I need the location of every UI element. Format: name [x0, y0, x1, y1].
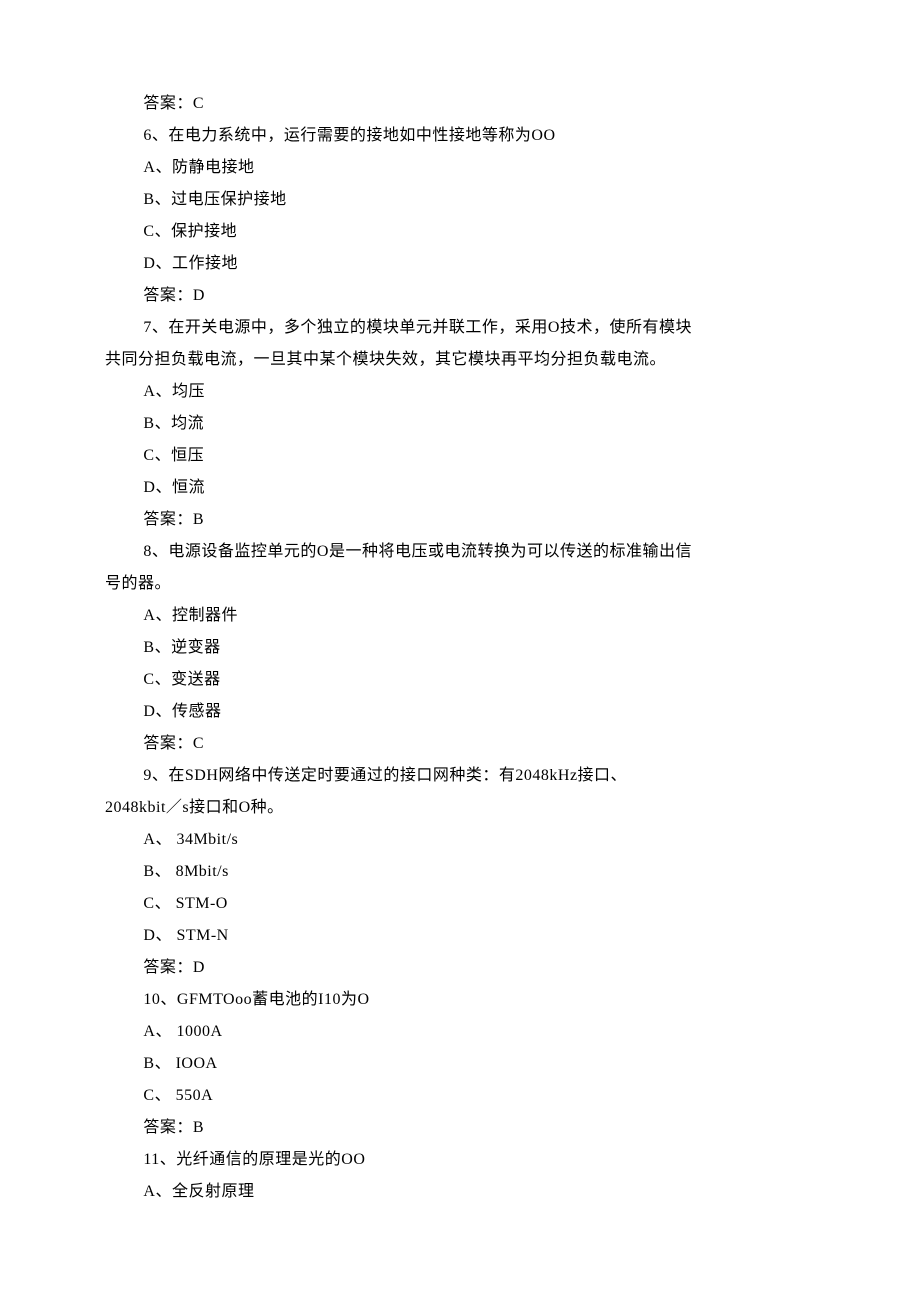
text-line: D、传感器	[105, 696, 815, 728]
text-line: 答案：D	[105, 280, 815, 312]
text-line: 答案：C	[105, 88, 815, 120]
text-line: 9、在SDH网络中传送定时要通过的接口网种类：有2048kHz接口、	[105, 760, 815, 792]
text-line: 号的器。	[105, 568, 815, 600]
text-line: 6、在电力系统中，运行需要的接地如中性接地等称为OO	[105, 120, 815, 152]
text-line: B、均流	[105, 408, 815, 440]
text-line: A、 1000A	[105, 1016, 815, 1048]
text-line: B、 8Mbit/s	[105, 856, 815, 888]
text-line: 共同分担负载电流，一旦其中某个模块失效，其它模块再平均分担负载电流。	[105, 344, 815, 376]
text-line: A、 34Mbit/s	[105, 824, 815, 856]
text-line: D、工作接地	[105, 248, 815, 280]
text-line: 答案：D	[105, 952, 815, 984]
text-line: D、恒流	[105, 472, 815, 504]
text-line: 答案：C	[105, 728, 815, 760]
text-line: 2048kbit／s接口和O种。	[105, 792, 815, 824]
text-line: B、逆变器	[105, 632, 815, 664]
text-line: 8、电源设备监控单元的O是一种将电压或电流转换为可以传送的标准输出信	[105, 536, 815, 568]
document-page: 答案：C6、在电力系统中，运行需要的接地如中性接地等称为OOA、防静电接地B、过…	[0, 0, 920, 1301]
text-line: 7、在开关电源中，多个独立的模块单元并联工作，采用O技术，使所有模块	[105, 312, 815, 344]
text-line: C、保护接地	[105, 216, 815, 248]
text-line: C、恒压	[105, 440, 815, 472]
text-line: A、均压	[105, 376, 815, 408]
text-line: A、全反射原理	[105, 1176, 815, 1208]
text-line: 答案：B	[105, 1112, 815, 1144]
text-line: 11、光纤通信的原理是光的OO	[105, 1144, 815, 1176]
text-line: C、 550A	[105, 1080, 815, 1112]
text-line: 10、GFMTOoo蓄电池的I10为O	[105, 984, 815, 1016]
text-line: A、控制器件	[105, 600, 815, 632]
text-line: C、 STM-O	[105, 888, 815, 920]
text-line: B、 IOOA	[105, 1048, 815, 1080]
text-line: 答案：B	[105, 504, 815, 536]
text-line: B、过电压保护接地	[105, 184, 815, 216]
text-line: A、防静电接地	[105, 152, 815, 184]
text-line: C、变送器	[105, 664, 815, 696]
text-line: D、 STM-N	[105, 920, 815, 952]
